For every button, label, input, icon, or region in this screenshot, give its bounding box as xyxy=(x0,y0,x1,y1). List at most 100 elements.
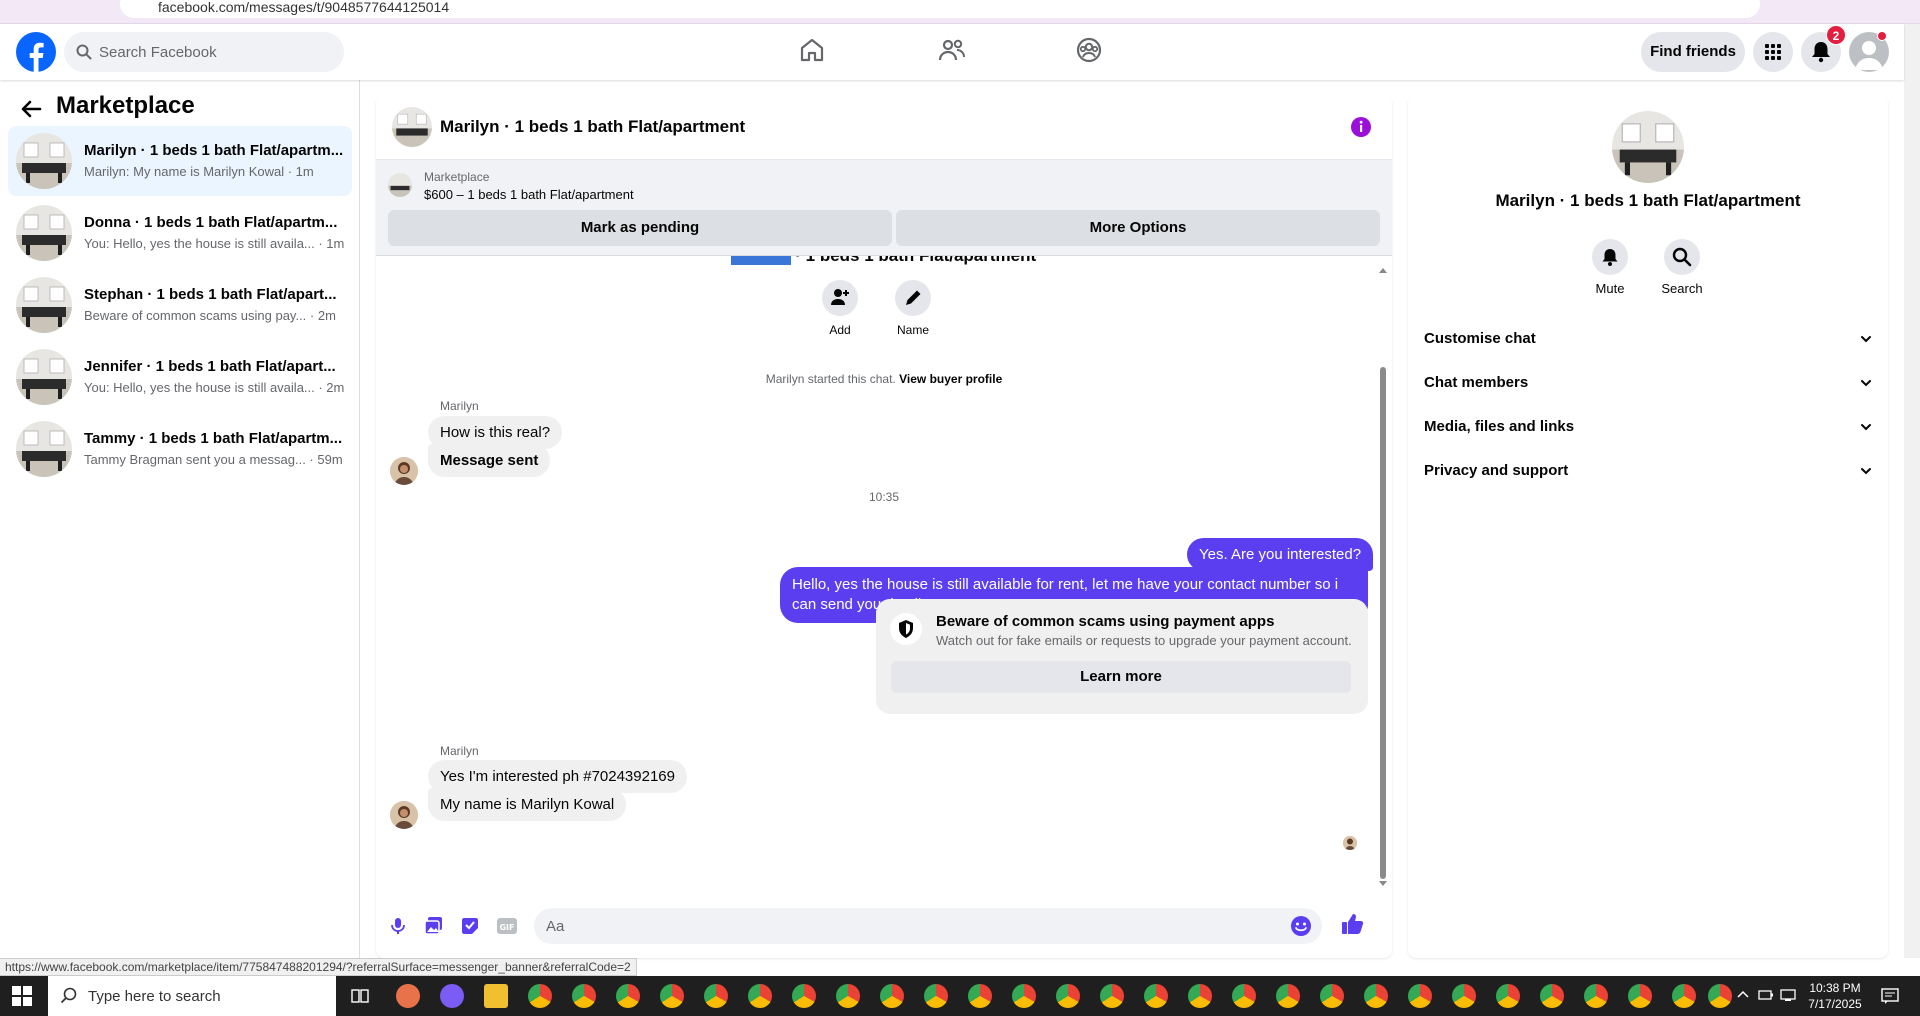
section-label: Privacy and support xyxy=(1424,462,1569,479)
battery-icon[interactable] xyxy=(1758,988,1774,1002)
facebook-header: Find friends 2 xyxy=(0,24,1904,80)
media-files-links-section[interactable]: Media, files and links xyxy=(1424,405,1874,449)
task-view-icon[interactable] xyxy=(350,986,370,1006)
mute-button[interactable] xyxy=(1592,239,1628,275)
marketplace-banner: Marketplace $600 – 1 beds 1 bath Flat/ap… xyxy=(376,160,1392,256)
conversation-preview: Tammy Bragman sent you a messag... · 59m xyxy=(84,452,343,467)
conversation-item[interactable]: Tammy · 1 beds 1 bath Flat/apartm... Tam… xyxy=(8,414,352,484)
message-input-box[interactable] xyxy=(534,908,1322,944)
chrome-icon[interactable] xyxy=(1056,984,1080,1008)
chrome-icon[interactable] xyxy=(1012,984,1036,1008)
incoming-message[interactable]: My name is Marilyn Kowal xyxy=(428,788,627,821)
section-label: Chat members xyxy=(1424,374,1529,391)
chrome-icon[interactable] xyxy=(1232,984,1256,1008)
chrome-icon[interactable] xyxy=(572,984,596,1008)
sticker-icon[interactable] xyxy=(460,916,480,936)
conversation-item[interactable]: Donna · 1 beds 1 bath Flat/apartm... You… xyxy=(8,198,352,268)
chat-title[interactable]: Marilyn · 1 beds 1 bath Flat/apartment xyxy=(440,117,745,137)
info-icon[interactable] xyxy=(1350,116,1372,138)
back-arrow-icon[interactable] xyxy=(20,98,42,120)
taskbar-app-icon[interactable] xyxy=(396,984,420,1008)
marketplace-sidebar: Marketplace Marilyn · 1 beds 1 bath Flat… xyxy=(0,80,360,958)
chrome-icon[interactable] xyxy=(660,984,684,1008)
chrome-icon[interactable] xyxy=(968,984,992,1008)
chrome-icon[interactable] xyxy=(1584,984,1608,1008)
chrome-icon[interactable] xyxy=(924,984,948,1008)
page-scrollbar[interactable] xyxy=(1904,24,1920,958)
chrome-icon[interactable] xyxy=(1496,984,1520,1008)
chat-members-section[interactable]: Chat members xyxy=(1424,361,1874,405)
conversation-title: Tammy · 1 beds 1 bath Flat/apartm... xyxy=(84,430,343,447)
learn-more-button[interactable]: Learn more xyxy=(891,661,1351,693)
home-icon[interactable] xyxy=(798,36,830,68)
edit-name-button[interactable] xyxy=(895,280,931,316)
customise-chat-section[interactable]: Customise chat xyxy=(1424,317,1874,361)
scam-warning-card: Beware of common scams using payment app… xyxy=(876,599,1368,714)
chat-panel: Marilyn · 1 beds 1 bath Flat/apartment M… xyxy=(376,95,1392,958)
search-box[interactable] xyxy=(64,32,344,72)
thumbs-up-icon[interactable] xyxy=(1340,912,1364,936)
gif-icon[interactable]: GIF xyxy=(496,916,518,936)
conversation-item[interactable]: Marilyn · 1 beds 1 bath Flat/apartm... M… xyxy=(8,126,352,196)
search-conversation-button[interactable] xyxy=(1664,239,1700,275)
view-buyer-profile-link[interactable]: View buyer profile xyxy=(899,372,1002,386)
status-bar-url: https://www.facebook.com/marketplace/ite… xyxy=(0,958,637,976)
chrome-icon[interactable] xyxy=(836,984,860,1008)
groups-icon[interactable] xyxy=(1075,36,1107,68)
network-icon[interactable] xyxy=(1780,988,1796,1002)
chrome-icon[interactable] xyxy=(1628,984,1652,1008)
add-person-button[interactable] xyxy=(822,280,858,316)
copilot-icon[interactable] xyxy=(440,984,464,1008)
chrome-icon[interactable] xyxy=(1144,984,1168,1008)
listing-thumbnail[interactable] xyxy=(392,107,432,147)
chrome-icon[interactable] xyxy=(1276,984,1300,1008)
listing-price-title[interactable]: $600 – 1 beds 1 bath Flat/apartment xyxy=(424,187,634,202)
chrome-icon[interactable] xyxy=(1708,984,1732,1008)
listing-thumbnail[interactable] xyxy=(1612,111,1684,183)
chrome-icon[interactable] xyxy=(1100,984,1124,1008)
sender-avatar[interactable] xyxy=(390,457,418,485)
windows-start-icon[interactable] xyxy=(12,986,32,1006)
search-input[interactable] xyxy=(99,32,329,72)
chrome-icon[interactable] xyxy=(1364,984,1388,1008)
notification-center-icon[interactable] xyxy=(1880,986,1900,1006)
file-explorer-icon[interactable] xyxy=(484,984,508,1008)
message-thread[interactable]: Marilyn · 1 beds 1 bath Flat/apartment A… xyxy=(376,256,1392,892)
chrome-icon[interactable] xyxy=(1452,984,1476,1008)
chrome-icon[interactable] xyxy=(1408,984,1432,1008)
more-options-button[interactable]: More Options xyxy=(896,210,1380,246)
system-clock[interactable]: 10:38 PM 7/17/2025 xyxy=(1800,980,1870,1012)
menu-grid-button[interactable] xyxy=(1753,32,1793,72)
chrome-icon[interactable] xyxy=(792,984,816,1008)
chrome-icon[interactable] xyxy=(1320,984,1344,1008)
chrome-icon[interactable] xyxy=(528,984,552,1008)
details-title: Marilyn · 1 beds 1 bath Flat/apartment xyxy=(1495,191,1801,210)
profile-status-dot xyxy=(1877,31,1887,41)
address-bar[interactable]: facebook.com/messages/t/9048577644125014 xyxy=(120,0,1760,18)
privacy-support-section[interactable]: Privacy and support xyxy=(1424,449,1874,493)
microphone-icon[interactable] xyxy=(388,916,408,936)
friends-icon[interactable] xyxy=(938,36,970,68)
chrome-icon[interactable] xyxy=(616,984,640,1008)
taskbar-search-box[interactable]: Type here to search xyxy=(48,976,336,1016)
chrome-icon[interactable] xyxy=(748,984,772,1008)
chat-started-text: Marilyn started this chat. xyxy=(765,372,896,386)
sender-avatar[interactable] xyxy=(390,801,418,829)
chrome-icon[interactable] xyxy=(1672,984,1696,1008)
chat-scrollbar[interactable] xyxy=(1377,265,1389,891)
tray-chevron-up-icon[interactable] xyxy=(1736,988,1750,1002)
conversation-item[interactable]: Stephan · 1 beds 1 bath Flat/apart... Be… xyxy=(8,270,352,340)
chrome-icon[interactable] xyxy=(704,984,728,1008)
chrome-icon[interactable] xyxy=(1188,984,1212,1008)
facebook-logo-icon[interactable] xyxy=(16,32,56,72)
photo-icon[interactable] xyxy=(424,916,444,936)
conversation-item[interactable]: Jennifer · 1 beds 1 bath Flat/apart... Y… xyxy=(8,342,352,412)
chrome-icon[interactable] xyxy=(880,984,904,1008)
chrome-icon[interactable] xyxy=(1540,984,1564,1008)
incoming-message[interactable]: Message sent xyxy=(428,444,551,477)
mark-as-pending-button[interactable]: Mark as pending xyxy=(388,210,892,246)
listing-thumbnail[interactable] xyxy=(388,173,412,197)
emoji-icon[interactable] xyxy=(1290,915,1312,937)
find-friends-button[interactable]: Find friends xyxy=(1641,32,1745,72)
message-input[interactable] xyxy=(546,908,1246,944)
